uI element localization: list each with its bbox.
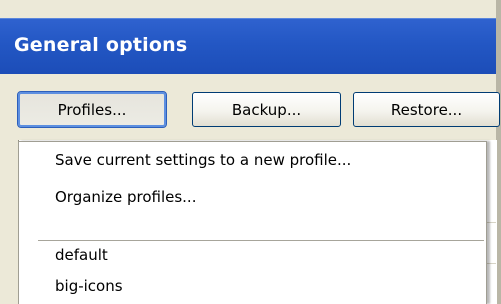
menu-item-profile-default[interactable]: default: [55, 246, 108, 264]
restore-button[interactable]: Restore...: [353, 92, 500, 127]
menu-item-organize-profiles[interactable]: Organize profiles...: [55, 188, 196, 206]
profiles-dropdown-menu: Save current settings to a new profile..…: [18, 141, 487, 304]
page-title: General options: [14, 34, 188, 56]
header-bar: General options: [0, 18, 496, 74]
backup-button[interactable]: Backup...: [192, 92, 341, 127]
profiles-button[interactable]: Profiles...: [17, 91, 167, 128]
menu-item-profile-big-icons[interactable]: big-icons: [55, 277, 123, 295]
menu-item-save-profile[interactable]: Save current settings to a new profile..…: [55, 151, 351, 169]
menu-separator: [38, 240, 484, 242]
